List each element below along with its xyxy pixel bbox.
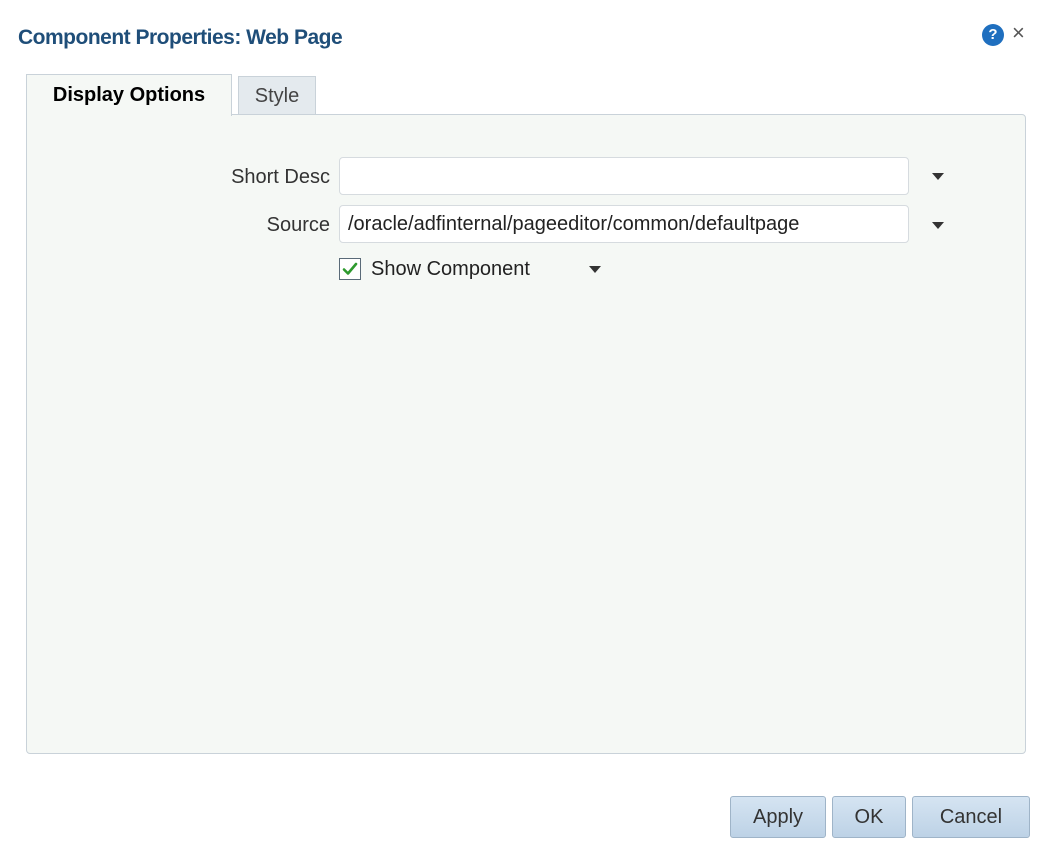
apply-button[interactable]: Apply xyxy=(730,796,826,838)
close-icon[interactable]: × xyxy=(1012,20,1025,46)
ok-button[interactable]: OK xyxy=(832,796,906,838)
show-component-checkbox[interactable] xyxy=(339,258,361,280)
help-icon[interactable]: ? xyxy=(982,24,1004,46)
component-properties-dialog: Component Properties: Web Page ? × Displ… xyxy=(0,0,1042,842)
source-input[interactable] xyxy=(339,205,909,243)
show-component-label[interactable]: Show Component xyxy=(371,256,530,282)
short-desc-input[interactable] xyxy=(339,157,909,195)
show-component-dropdown-icon[interactable] xyxy=(589,266,601,273)
short-desc-dropdown-icon[interactable] xyxy=(932,173,944,180)
source-label: Source xyxy=(266,214,330,236)
tab-display-options[interactable]: Display Options xyxy=(26,74,232,116)
checkmark-icon xyxy=(342,262,358,275)
tab-style[interactable]: Style xyxy=(238,76,316,114)
dialog-title: Component Properties: Web Page xyxy=(18,26,343,49)
short-desc-label: Short Desc xyxy=(231,166,330,188)
source-dropdown-icon[interactable] xyxy=(932,222,944,229)
cancel-button[interactable]: Cancel xyxy=(912,796,1030,838)
